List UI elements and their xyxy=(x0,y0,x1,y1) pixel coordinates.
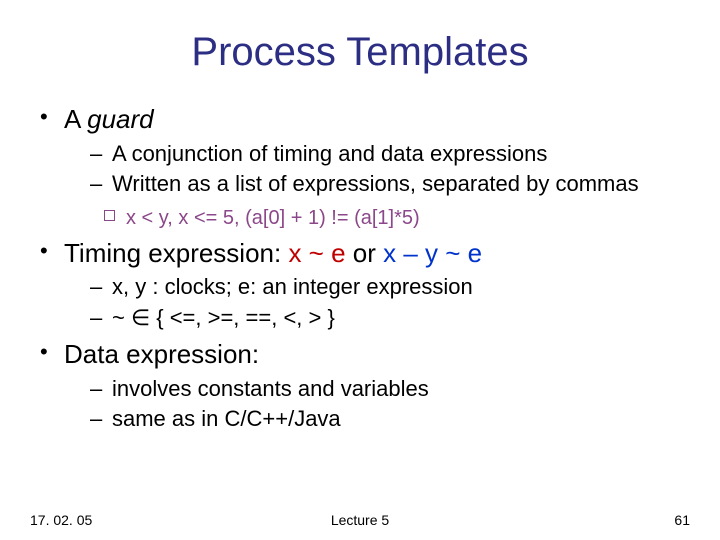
slide-title: Process Templates xyxy=(30,30,690,75)
dataexpr-sublist: involves constants and variables same as… xyxy=(90,375,690,434)
timing-sub1-xy: x, y xyxy=(112,274,146,299)
timing-sub-2: ~ ∈ { <=, >=, ==, <, > } xyxy=(90,304,690,333)
guard-example-list: x < y, x <= 5, (a[0] + 1) != (a[1]*5) xyxy=(104,205,690,231)
guard-label-pre: A xyxy=(64,104,87,134)
guard-sub-2: Written as a list of expressions, separa… xyxy=(90,170,690,199)
timing-label: Timing expression: x ~ e or x – y ~ e xyxy=(64,238,482,268)
slide: Process Templates A guard A conjunction … xyxy=(0,0,720,540)
bullet-list: A guard A conjunction of timing and data… xyxy=(40,103,690,434)
guard-label-italic: guard xyxy=(87,104,154,134)
dataexpr-sub-1: involves constants and variables xyxy=(90,375,690,404)
guard-label: A guard xyxy=(64,104,154,134)
timing-sublist: x, y : clocks; e: an integer expression … xyxy=(90,273,690,332)
timing-expr-1: x ~ e xyxy=(288,238,345,268)
footer-lecture: Lecture 5 xyxy=(30,512,690,528)
timing-label-text: Timing expression: xyxy=(64,238,288,268)
guard-example: x < y, x <= 5, (a[0] + 1) != (a[1]*5) xyxy=(104,205,690,231)
guard-sub-1: A conjunction of timing and data express… xyxy=(90,140,690,169)
bullet-data-expression: Data expression: involves constants and … xyxy=(40,338,690,434)
bullet-timing: Timing expression: x ~ e or x – y ~ e x,… xyxy=(40,237,690,333)
timing-sub1-e: e xyxy=(238,274,250,299)
timing-sub1-mid: : clocks; xyxy=(146,274,238,299)
timing-expr-2: x – y ~ e xyxy=(383,238,482,268)
bullet-guard: A guard A conjunction of timing and data… xyxy=(40,103,690,231)
dataexpr-sub-2: same as in C/C++/Java xyxy=(90,405,690,434)
guard-sublist: A conjunction of timing and data express… xyxy=(90,140,690,199)
timing-sub-1: x, y : clocks; e: an integer expression xyxy=(90,273,690,302)
timing-or: or xyxy=(346,238,384,268)
timing-sub1-rest: : an integer expression xyxy=(250,274,473,299)
footer: 17. 02. 05 Lecture 5 61 xyxy=(30,512,690,528)
dataexpr-label: Data expression: xyxy=(64,339,259,369)
